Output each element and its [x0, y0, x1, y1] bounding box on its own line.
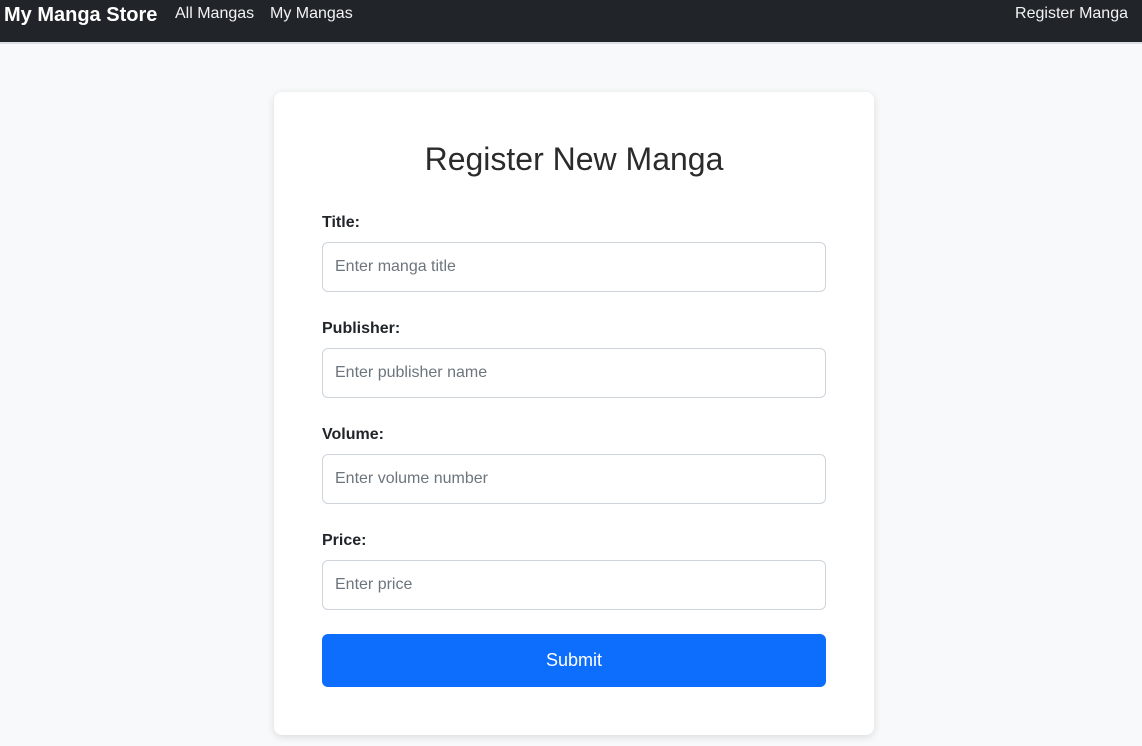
form-title: Register New Manga [424, 141, 724, 177]
price-label: Price: [322, 532, 367, 549]
nav-link-all-mangas[interactable]: All Mangas [175, 4, 254, 24]
nav-link-register-manga[interactable]: Register Manga [1015, 4, 1128, 24]
brand-link[interactable]: My Manga Store [4, 3, 157, 27]
register-manga-card: Register New Manga Title: Publisher: Vol… [274, 92, 874, 735]
publisher-input[interactable] [322, 348, 826, 398]
volume-label: Volume: [322, 426, 384, 443]
price-input[interactable] [322, 560, 826, 610]
nav-link-my-mangas[interactable]: My Mangas [270, 4, 353, 24]
title-label: Title: [322, 214, 360, 231]
top-navbar: My Manga Store All Mangas My Mangas Regi… [0, 0, 1142, 44]
title-input[interactable] [322, 242, 826, 292]
publisher-label: Publisher: [322, 320, 401, 337]
volume-input[interactable] [322, 454, 826, 504]
submit-button[interactable]: Submit [322, 634, 826, 687]
